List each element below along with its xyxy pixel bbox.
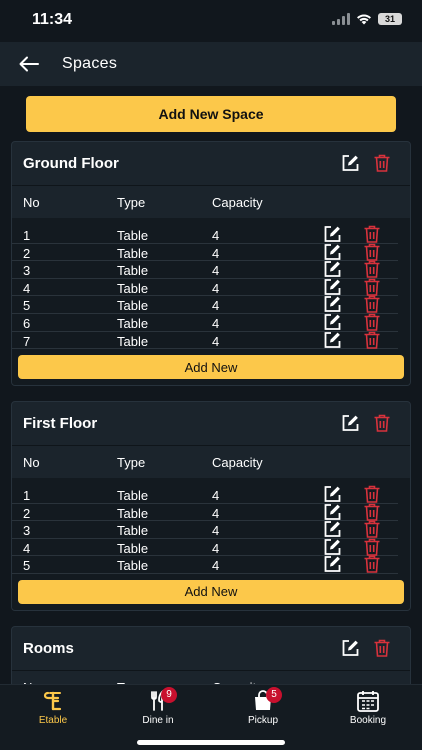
trash-icon[interactable] xyxy=(372,638,392,658)
column-no: No xyxy=(23,195,40,210)
row-capacity: 4 xyxy=(212,245,220,261)
status-bar: 11:34 31 xyxy=(0,0,422,42)
pickup-count-badge: 5 xyxy=(266,687,282,703)
row-type: Table xyxy=(117,333,149,349)
tab-label: Booking xyxy=(349,715,387,726)
row-type: Table xyxy=(117,558,149,574)
row-type: Table xyxy=(117,488,149,503)
trash-icon[interactable] xyxy=(362,554,382,574)
add-new-table-button[interactable]: Add New xyxy=(18,579,404,604)
row-capacity: 4 xyxy=(212,505,220,521)
column-no: No xyxy=(23,455,40,470)
tab-pickup[interactable]: 5 Pickup xyxy=(223,687,303,727)
space-actions xyxy=(340,638,392,658)
row-type: Table xyxy=(117,523,149,539)
table-header: No Type Capacity xyxy=(12,186,410,218)
row-no: 5 xyxy=(23,298,31,314)
row-no: 6 xyxy=(23,315,31,331)
trash-icon[interactable] xyxy=(362,330,382,350)
row-type: Table xyxy=(117,245,149,261)
row-capacity: 4 xyxy=(212,523,220,539)
row-type: Table xyxy=(117,263,149,279)
tab-label: Etable xyxy=(38,715,68,726)
table-body: 1 Table 4 2 Table 4 3 Table 4 4 Table 4 5 Table 4 … xyxy=(12,478,410,610)
row-capacity: 4 xyxy=(212,315,220,331)
back-arrow-icon[interactable] xyxy=(16,52,42,76)
wifi-icon xyxy=(357,14,371,25)
row-no: 1 xyxy=(23,488,31,503)
edit-icon[interactable] xyxy=(340,153,360,173)
trash-icon[interactable] xyxy=(372,153,392,173)
tab-label: Pickup xyxy=(247,715,278,726)
signal-icon xyxy=(332,13,350,25)
space-actions xyxy=(340,153,392,173)
add-new-space-button[interactable]: Add New Space xyxy=(26,96,396,132)
table-header: No Type Capacity xyxy=(12,671,410,684)
tab-dine-in[interactable]: 9 Dine in xyxy=(118,687,198,727)
row-capacity: 4 xyxy=(212,558,220,574)
column-type: Type xyxy=(117,195,146,210)
column-capacity: Capacity xyxy=(212,195,263,210)
column-type: Type xyxy=(117,455,146,470)
row-capacity: 4 xyxy=(212,228,220,243)
spaces-list[interactable]: Add New Space Ground Floor No Type Capac… xyxy=(0,86,422,684)
space-actions xyxy=(340,413,392,433)
table-header: No Type Capacity xyxy=(12,446,410,478)
row-type: Table xyxy=(117,228,149,243)
status-icons: 31 xyxy=(332,13,402,25)
space-title: First Floor xyxy=(23,415,98,432)
row-capacity: 4 xyxy=(212,280,220,296)
column-capacity: Capacity xyxy=(212,455,263,470)
row-type: Table xyxy=(117,505,149,521)
etable-logo-icon xyxy=(43,691,62,711)
table-row: 7 Table 4 xyxy=(12,330,398,350)
edit-icon[interactable] xyxy=(322,554,342,574)
space-card-header: Rooms xyxy=(12,627,410,671)
row-type: Table xyxy=(117,540,149,556)
row-capacity: 4 xyxy=(212,540,220,556)
battery-icon: 31 xyxy=(378,13,402,25)
row-no: 3 xyxy=(23,523,31,539)
row-no: 1 xyxy=(23,228,31,243)
trash-icon[interactable] xyxy=(372,413,392,433)
space-card-ground-floor: Ground Floor No Type Capacity 1 Table 4 2 T… xyxy=(11,141,411,387)
edit-icon[interactable] xyxy=(340,413,360,433)
space-card-header: First Floor xyxy=(12,402,410,446)
row-capacity: 4 xyxy=(212,298,220,314)
tab-etable[interactable]: Etable xyxy=(13,687,93,727)
calendar-icon xyxy=(357,691,379,712)
row-no: 2 xyxy=(23,505,31,521)
dine-in-count-badge: 9 xyxy=(161,687,177,703)
row-capacity: 4 xyxy=(212,263,220,279)
row-capacity: 4 xyxy=(212,333,220,349)
row-capacity: 4 xyxy=(212,488,220,503)
row-no: 4 xyxy=(23,540,31,556)
add-new-table-button[interactable]: Add New xyxy=(18,355,404,380)
home-indicator[interactable] xyxy=(137,740,285,745)
row-type: Table xyxy=(117,315,149,331)
space-card-rooms: Rooms No Type Capacity xyxy=(11,626,411,684)
row-no: 4 xyxy=(23,280,31,296)
space-title: Rooms xyxy=(23,640,74,657)
edit-icon[interactable] xyxy=(340,638,360,658)
row-no: 2 xyxy=(23,245,31,261)
status-time: 11:34 xyxy=(32,11,73,28)
space-title: Ground Floor xyxy=(23,155,119,172)
row-no: 5 xyxy=(23,558,31,574)
row-no: 7 xyxy=(23,333,31,349)
table-row: 5 Table 4 xyxy=(12,556,398,574)
app-header: Spaces xyxy=(0,42,422,86)
row-type: Table xyxy=(117,280,149,296)
table-body: 1 Table 4 2 Table 4 3 Table 4 4 Table 4 5 Table 4 … xyxy=(12,218,410,386)
tab-label: Dine in xyxy=(142,715,174,726)
row-type: Table xyxy=(117,298,149,314)
space-card-header: Ground Floor xyxy=(12,142,410,186)
page-title: Spaces xyxy=(62,55,118,72)
space-card-first-floor: First Floor No Type Capacity 1 Table 4 2 Ta… xyxy=(11,401,411,611)
tab-booking[interactable]: Booking xyxy=(328,687,408,727)
row-no: 3 xyxy=(23,263,31,279)
edit-icon[interactable] xyxy=(322,330,342,350)
